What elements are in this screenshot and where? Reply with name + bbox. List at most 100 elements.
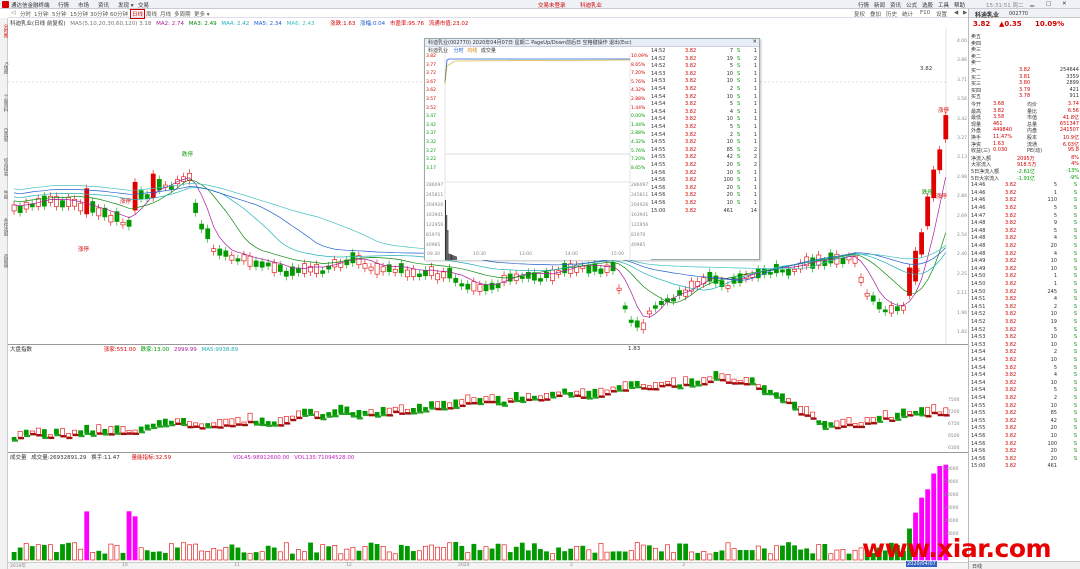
bid-row: 买四 3.79 421 — [971, 87, 1079, 94]
index-candle — [54, 428, 59, 435]
index-trend-band — [707, 380, 714, 384]
index-trend-band — [598, 395, 605, 398]
trade-tick-row: 14:48 3.82 4 S — [971, 235, 1079, 242]
ticker-stock[interactable]: 科迪乳业 — [580, 1, 602, 9]
side-tab-condition[interactable]: 条件选股 — [0, 218, 8, 236]
side-tab-profile[interactable]: 个股资料 — [0, 94, 8, 112]
index-candle — [380, 407, 386, 415]
volume-bar — [459, 545, 465, 561]
period-weekly[interactable]: 周线 — [146, 10, 157, 18]
top-menu-tools[interactable]: 工具 — [938, 1, 949, 9]
nav-next-icon[interactable]: ▶ — [963, 10, 967, 16]
period-30min[interactable]: 30分钟 — [90, 10, 108, 18]
side-tab-kline[interactable]: K线图 — [0, 62, 8, 74]
side-tab-screener[interactable]: 选股器 — [0, 254, 8, 268]
volume-chart[interactable] — [8, 460, 968, 562]
maximize-icon[interactable]: □ — [1046, 1, 1051, 7]
btn-overlay[interactable]: 叠加 — [870, 10, 881, 18]
top-menu-select[interactable]: 选股 — [922, 1, 933, 9]
top-menu-quotes[interactable]: 行情 — [858, 1, 869, 9]
period-monthly[interactable]: 月线 — [160, 10, 171, 18]
index-trend-band — [471, 402, 478, 405]
btn-settings[interactable]: 设置 — [936, 10, 947, 18]
trade-side: S — [1073, 258, 1077, 265]
index-candle — [773, 392, 779, 397]
stat-row: 外盘 449840 内盘 241507 — [971, 127, 1079, 134]
side-tab-timeshare[interactable]: 分时图 — [0, 24, 8, 38]
side-tab-bull[interactable]: 牛股 — [0, 190, 8, 199]
period-multi[interactable]: 多周期 — [174, 10, 191, 18]
btn-fuquan[interactable]: 复权 — [854, 10, 865, 18]
trade-price: 3.82 — [1005, 387, 1017, 394]
candle-body — [447, 267, 453, 279]
trade-volume: 10 — [1050, 357, 1057, 363]
close-icon[interactable]: ✕ — [1062, 1, 1067, 7]
popup-volume-bar — [452, 255, 454, 260]
volume-bar — [144, 550, 150, 561]
volume-bar — [689, 551, 695, 561]
candle-body — [229, 254, 235, 261]
period-more[interactable]: 更多 ▾ — [194, 10, 210, 18]
candle-body — [550, 269, 555, 281]
period-tick[interactable]: 分时 — [20, 10, 31, 18]
bottom-tab-daily[interactable]: 日线 — [972, 563, 982, 569]
period-60min[interactable]: 60分钟 — [110, 10, 128, 18]
index-chart[interactable] — [8, 352, 968, 452]
trade-volume: 20 — [1050, 455, 1057, 462]
menu-discover[interactable]: 发现 ▾ — [118, 1, 134, 9]
top-menu-news[interactable]: 新闻 — [874, 1, 885, 9]
side-tab-ranking[interactable]: 综合排名 — [0, 158, 8, 176]
top-menu-info[interactable]: 资讯 — [890, 1, 901, 9]
bid-volume: 911 — [1069, 93, 1079, 100]
period-daily[interactable]: 日线 — [130, 9, 146, 19]
index-candle — [525, 393, 531, 400]
btn-history[interactable]: 历史 — [886, 10, 897, 18]
period-1min[interactable]: 1分钟 — [34, 10, 49, 18]
trade-time: 14:46 — [971, 189, 986, 196]
trade-side: S — [1073, 189, 1077, 196]
index-trend-band — [852, 425, 859, 429]
popup-time-tick: 15:00 — [611, 252, 624, 257]
daily-detail-popup[interactable]: 科迪乳业(002770) 2020年04月07日 星期二 PageUp/Down… — [424, 38, 760, 260]
menu-quotes[interactable]: 行情 — [58, 1, 69, 9]
volume-bar — [78, 548, 84, 561]
trade-price: 3.82 — [1005, 448, 1017, 455]
index-trend-band — [66, 436, 73, 440]
period-5min[interactable]: 5分钟 — [52, 10, 67, 18]
top-menu-help[interactable]: 帮助 — [954, 1, 965, 9]
candle-body — [465, 283, 471, 290]
index-trend-band — [102, 433, 109, 436]
top-menu-formula[interactable]: 公式 — [906, 1, 917, 9]
index-trend-band — [907, 414, 914, 417]
popup-close-icon[interactable]: ✕ — [752, 39, 757, 45]
candle-body — [894, 306, 900, 312]
popup-intraday-chart[interactable] — [425, 54, 651, 260]
trade-price: 3.82 — [1005, 334, 1017, 341]
candle-body — [417, 273, 422, 277]
trade-tick-row: 14:54 3.82 2 S — [971, 395, 1079, 402]
minimize-icon[interactable]: ▁ — [1030, 1, 1034, 7]
candle-body — [544, 271, 549, 278]
back-icon[interactable]: ◁ — [11, 10, 15, 16]
index-trend-band — [738, 382, 744, 385]
period-15min[interactable]: 15分钟 — [70, 10, 88, 18]
menu-news[interactable]: 资讯 — [98, 1, 109, 9]
popup-pct-tick: 8.65% — [631, 62, 646, 68]
menu-market[interactable]: 市场 — [78, 1, 89, 9]
btn-f10[interactable]: F10 — [920, 10, 930, 16]
menu-trade[interactable]: 交易 — [138, 1, 149, 9]
ask-row: 卖四 — [971, 40, 1079, 47]
side-tab-watchlist[interactable]: 自选股 — [0, 128, 8, 142]
nav-prev-icon[interactable]: ◀ — [954, 10, 958, 16]
trade-volume: 10 — [1050, 311, 1057, 318]
trade-volume: 10 — [1050, 379, 1057, 386]
candle-body — [138, 190, 144, 199]
candle-body — [199, 223, 205, 230]
volume-bar — [253, 552, 259, 561]
trade-price: 3.82 — [1005, 425, 1017, 432]
login-status[interactable]: 交易未登录 — [538, 1, 566, 9]
btn-stats[interactable]: 统计 — [902, 10, 913, 18]
index-trend-band — [586, 397, 593, 400]
index-candle — [78, 430, 84, 436]
candle-body — [767, 272, 773, 275]
